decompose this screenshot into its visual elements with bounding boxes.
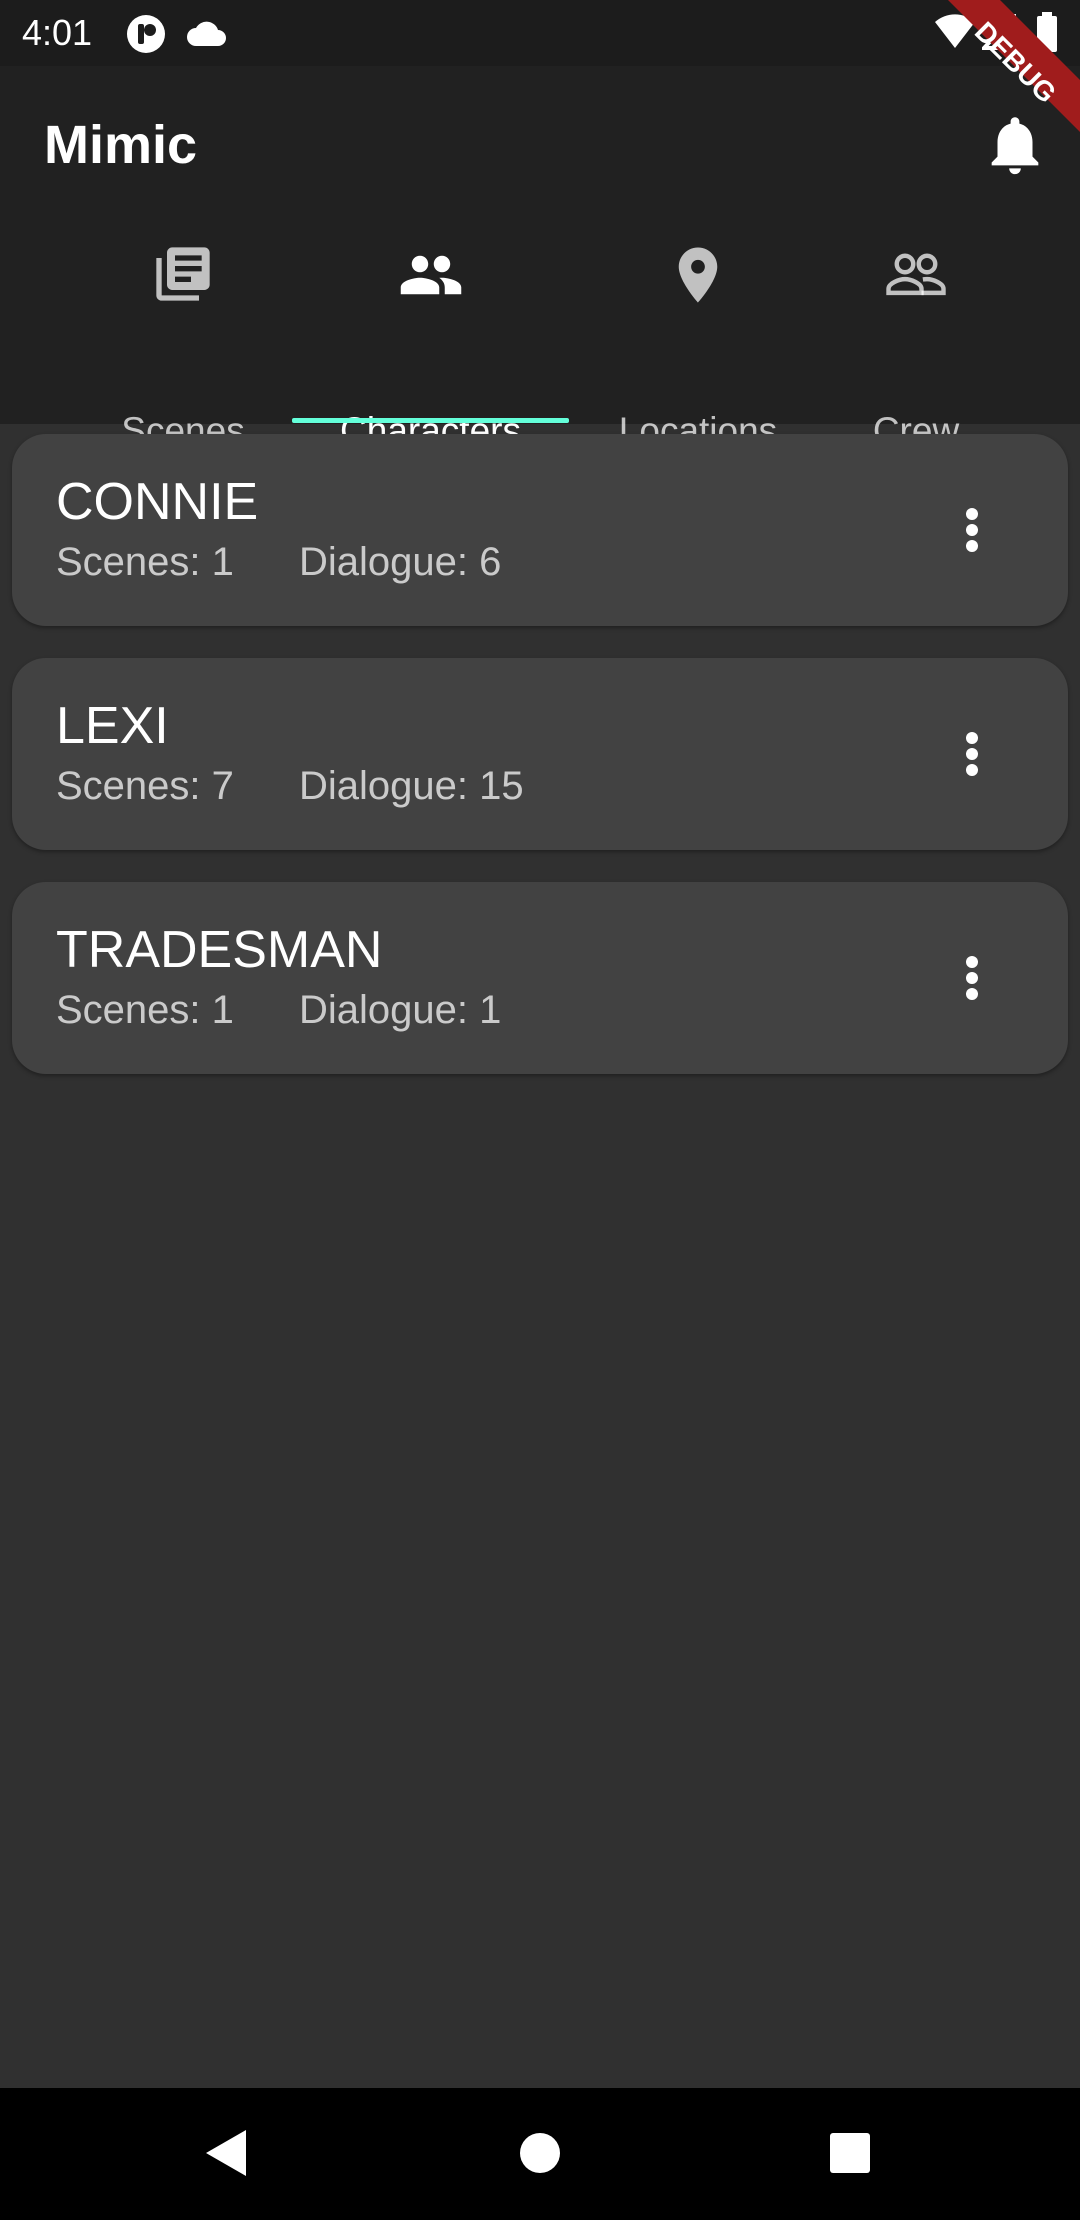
recents-icon <box>830 2133 870 2173</box>
tab-characters[interactable]: Characters <box>292 244 569 451</box>
more-options-button[interactable] <box>926 938 1006 1018</box>
wifi-icon <box>935 14 975 55</box>
character-name: CONNIE <box>56 473 259 531</box>
app-notification-icon <box>126 14 166 59</box>
home-button[interactable] <box>519 2132 561 2174</box>
list-item[interactable]: CONNIE Scenes: 1 Dialogue: 6 <box>12 434 1068 626</box>
library-books-icon <box>156 247 210 301</box>
scene-count: Scenes: 1 <box>56 988 234 1032</box>
more-vert-icon <box>966 956 978 1000</box>
more-vert-icon <box>966 732 978 776</box>
selected-tab-indicator <box>292 418 569 423</box>
back-icon <box>206 2130 246 2176</box>
scene-count: Scenes: 1 <box>56 540 234 584</box>
tab-scenes[interactable]: Scenes <box>78 244 288 451</box>
character-name: TRADESMAN <box>56 921 383 979</box>
signal-icon <box>979 10 1016 55</box>
cloud-icon <box>186 18 228 53</box>
app-bar: Mimic Scenes Characters Locations Crew <box>0 66 1080 451</box>
status-bar: 4:01 <box>0 0 1080 66</box>
scene-count: Scenes: 7 <box>56 764 234 808</box>
list-item[interactable]: LEXI Scenes: 7 Dialogue: 15 <box>12 658 1068 850</box>
tab-bar: Scenes Characters Locations Crew <box>0 244 1080 451</box>
home-icon <box>520 2133 560 2173</box>
notifications-button[interactable] <box>980 110 1050 180</box>
character-name: LEXI <box>56 697 169 755</box>
battery-icon <box>1036 12 1058 57</box>
location-pin-icon <box>678 247 718 303</box>
people-outline-icon <box>886 253 946 296</box>
list-item[interactable]: TRADESMAN Scenes: 1 Dialogue: 1 <box>12 882 1068 1074</box>
app-title: Mimic <box>44 115 198 175</box>
status-time: 4:01 <box>22 12 93 53</box>
more-vert-icon <box>966 508 978 552</box>
dialogue-count: Dialogue: 1 <box>299 988 502 1032</box>
recents-button[interactable] <box>829 2132 871 2174</box>
dialogue-count: Dialogue: 15 <box>299 764 524 808</box>
tab-locations[interactable]: Locations <box>598 244 798 451</box>
tab-crew[interactable]: Crew <box>846 244 986 451</box>
dialogue-count: Dialogue: 6 <box>299 540 502 584</box>
people-icon <box>400 255 461 295</box>
back-button[interactable] <box>204 2128 248 2178</box>
more-options-button[interactable] <box>926 490 1006 570</box>
system-nav-bar <box>0 2088 1080 2220</box>
more-options-button[interactable] <box>926 714 1006 794</box>
bell-icon <box>991 117 1039 175</box>
